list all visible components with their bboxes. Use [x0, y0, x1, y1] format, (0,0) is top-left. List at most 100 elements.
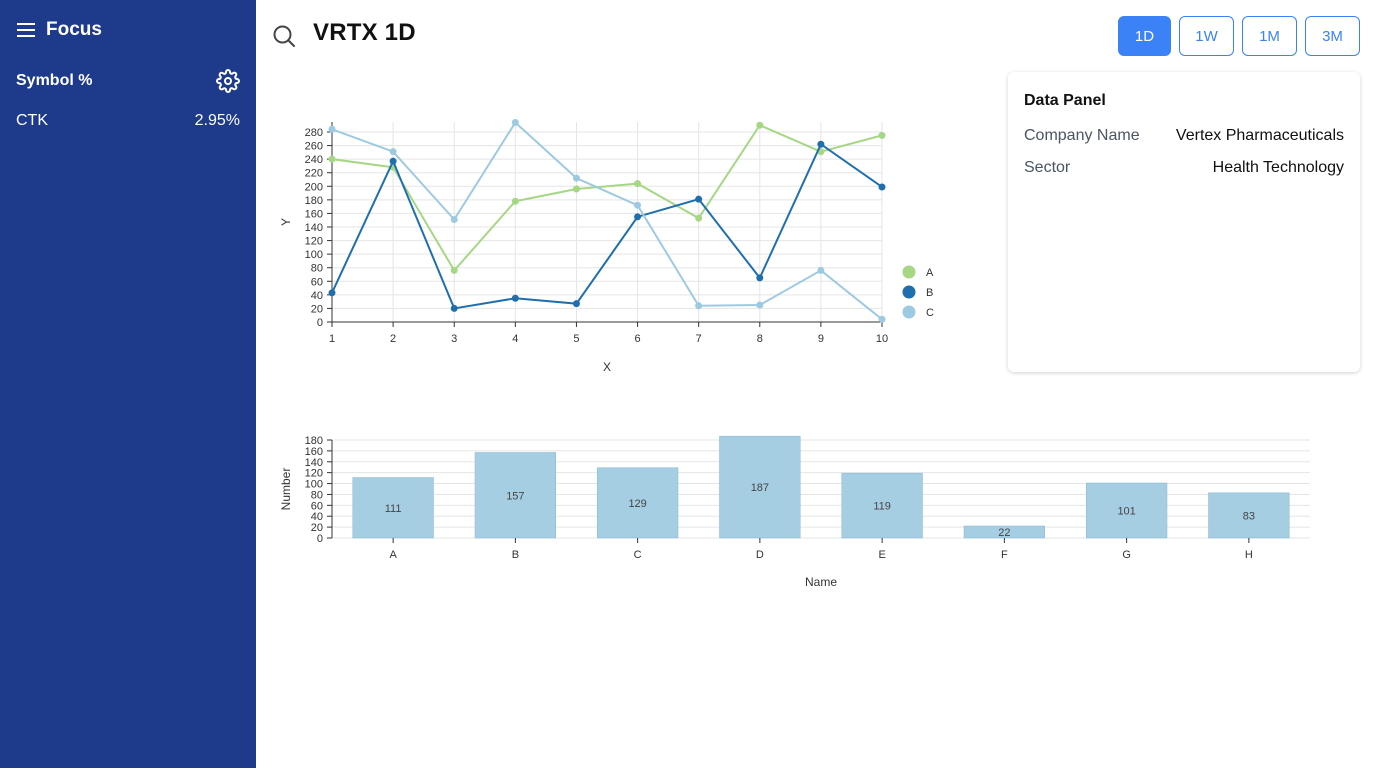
data-point-C	[328, 125, 336, 133]
symbol-header-label: Symbol %	[16, 72, 93, 89]
data-point-C	[450, 216, 458, 224]
x-tick-label: 3	[451, 333, 457, 345]
legend-label: A	[926, 267, 934, 279]
data-panel-key: Company Name	[1024, 127, 1140, 144]
y-tick-label: 40	[311, 511, 323, 523]
data-point-A	[572, 185, 580, 193]
y-tick-label: 20	[311, 522, 323, 534]
y-tick-label: 140	[305, 222, 323, 234]
data-point-B	[572, 300, 580, 308]
x-tick-label: A	[389, 549, 397, 561]
x-tick-label: G	[1122, 549, 1131, 561]
line-chart: 0 2040 6080 100120 140 160180 200220 240260 280 1…	[279, 119, 934, 374]
y-tick-label: 20	[311, 303, 323, 315]
symbol-ticker: CTK	[16, 112, 48, 129]
data-point-C	[511, 119, 519, 126]
y-tick-label: 140	[305, 457, 323, 469]
x-tick-label: E	[878, 549, 885, 561]
hamburger-menu-icon[interactable]	[16, 22, 36, 38]
y-tick-label: 100	[305, 249, 323, 261]
symbol-list-header: Symbol %	[16, 69, 240, 93]
data-point-A	[634, 180, 642, 188]
legend-swatch-A	[902, 265, 916, 279]
x-tick-label: B	[512, 549, 519, 561]
data-point-C	[878, 315, 886, 323]
symbol-list-item[interactable]: CTK 2.95%	[16, 110, 240, 132]
bar-value-label: 83	[1243, 510, 1255, 522]
data-point-A	[511, 197, 519, 205]
y-tick-label: 260	[305, 141, 323, 153]
x-tick-label: C	[634, 549, 642, 561]
x-tick-label: 10	[876, 333, 888, 345]
bar-value-label: 157	[506, 490, 524, 502]
data-point-C	[756, 301, 764, 309]
data-point-B	[511, 294, 519, 302]
brand-menu-toggle[interactable]: Focus	[16, 17, 102, 43]
range-button-1d[interactable]: 1D	[1118, 16, 1171, 56]
y-tick-label: 180	[305, 435, 323, 447]
y-axis-label: Y	[279, 218, 293, 226]
y-tick-label: 160	[305, 208, 323, 220]
x-tick-label: F	[1001, 549, 1008, 561]
range-button-1m[interactable]: 1M	[1242, 16, 1297, 56]
bar-value-label: 101	[1117, 506, 1135, 518]
data-point-B	[695, 195, 703, 203]
y-tick-label: 280	[305, 127, 323, 139]
data-point-B	[817, 140, 825, 148]
x-tick-label: 5	[573, 333, 579, 345]
y-tick-label: 40	[311, 290, 323, 302]
data-point-C	[389, 148, 397, 156]
series-line-A	[331, 123, 883, 273]
data-panel-value: Vertex Pharmaceuticals	[1175, 127, 1344, 144]
y-tick-label: 200	[305, 181, 323, 193]
range-selector: 1D 1W 1M 3M	[1118, 16, 1360, 56]
range-button-1w[interactable]: 1W	[1179, 16, 1234, 56]
data-point-A	[756, 121, 764, 129]
legend-label: C	[926, 307, 934, 319]
x-tick-label: H	[1245, 549, 1253, 561]
data-point-C	[817, 266, 825, 274]
y-tick-label: 160	[305, 446, 323, 458]
bar-value-label: 187	[751, 482, 769, 494]
data-point-A	[695, 214, 703, 222]
x-tick-label: 4	[512, 333, 518, 345]
y-tick-label: 240	[305, 154, 323, 166]
data-point-A	[328, 155, 336, 163]
y-tick-label: 220	[305, 168, 323, 180]
page-title: VRTX 1D	[313, 19, 416, 46]
range-button-3m[interactable]: 3M	[1305, 16, 1360, 56]
y-tick-label: 80	[311, 489, 323, 501]
bar-value-label: 119	[873, 501, 891, 513]
bar-chart: 020406080100120140160180 111 A 157 B 129 C 187 D…	[279, 435, 1310, 589]
legend-swatch-C	[902, 305, 916, 319]
symbol-change: 2.95%	[194, 112, 240, 129]
series-line-C	[331, 120, 883, 321]
bar-value-label: 22	[998, 527, 1010, 539]
sidebar: Focus Symbol % CTK 2.95%	[0, 0, 256, 768]
y-tick-label: 60	[311, 276, 323, 288]
x-tick-label: 8	[757, 333, 763, 345]
x-axis-label: X	[603, 360, 611, 374]
y-tick-label: 0	[317, 317, 323, 329]
x-tick-label: 6	[634, 333, 640, 345]
bar-value-label: 111	[385, 503, 402, 515]
gear-icon[interactable]	[216, 69, 240, 93]
data-point-C	[572, 174, 580, 182]
y-tick-label: 80	[311, 263, 323, 275]
data-point-B	[328, 289, 336, 297]
data-panel-row-company: Company Name Vertex Pharmaceuticals	[1024, 120, 1344, 152]
data-point-B	[634, 213, 642, 221]
data-point-B	[878, 183, 886, 191]
data-panel-row-sector: Sector Health Technology	[1024, 152, 1344, 184]
y-tick-label: 120	[305, 468, 323, 480]
search-icon[interactable]	[272, 24, 296, 48]
y-tick-label: 0	[317, 533, 323, 545]
x-tick-label: 2	[390, 333, 396, 345]
data-panel: Data Panel Company Name Vertex Pharmaceu…	[1008, 72, 1360, 372]
data-point-A	[450, 266, 458, 274]
data-panel-key: Sector	[1024, 159, 1071, 176]
y-tick-label: 60	[311, 500, 323, 512]
data-point-A	[878, 131, 886, 139]
legend-swatch-B	[902, 285, 916, 299]
x-axis-label: Name	[805, 575, 837, 589]
